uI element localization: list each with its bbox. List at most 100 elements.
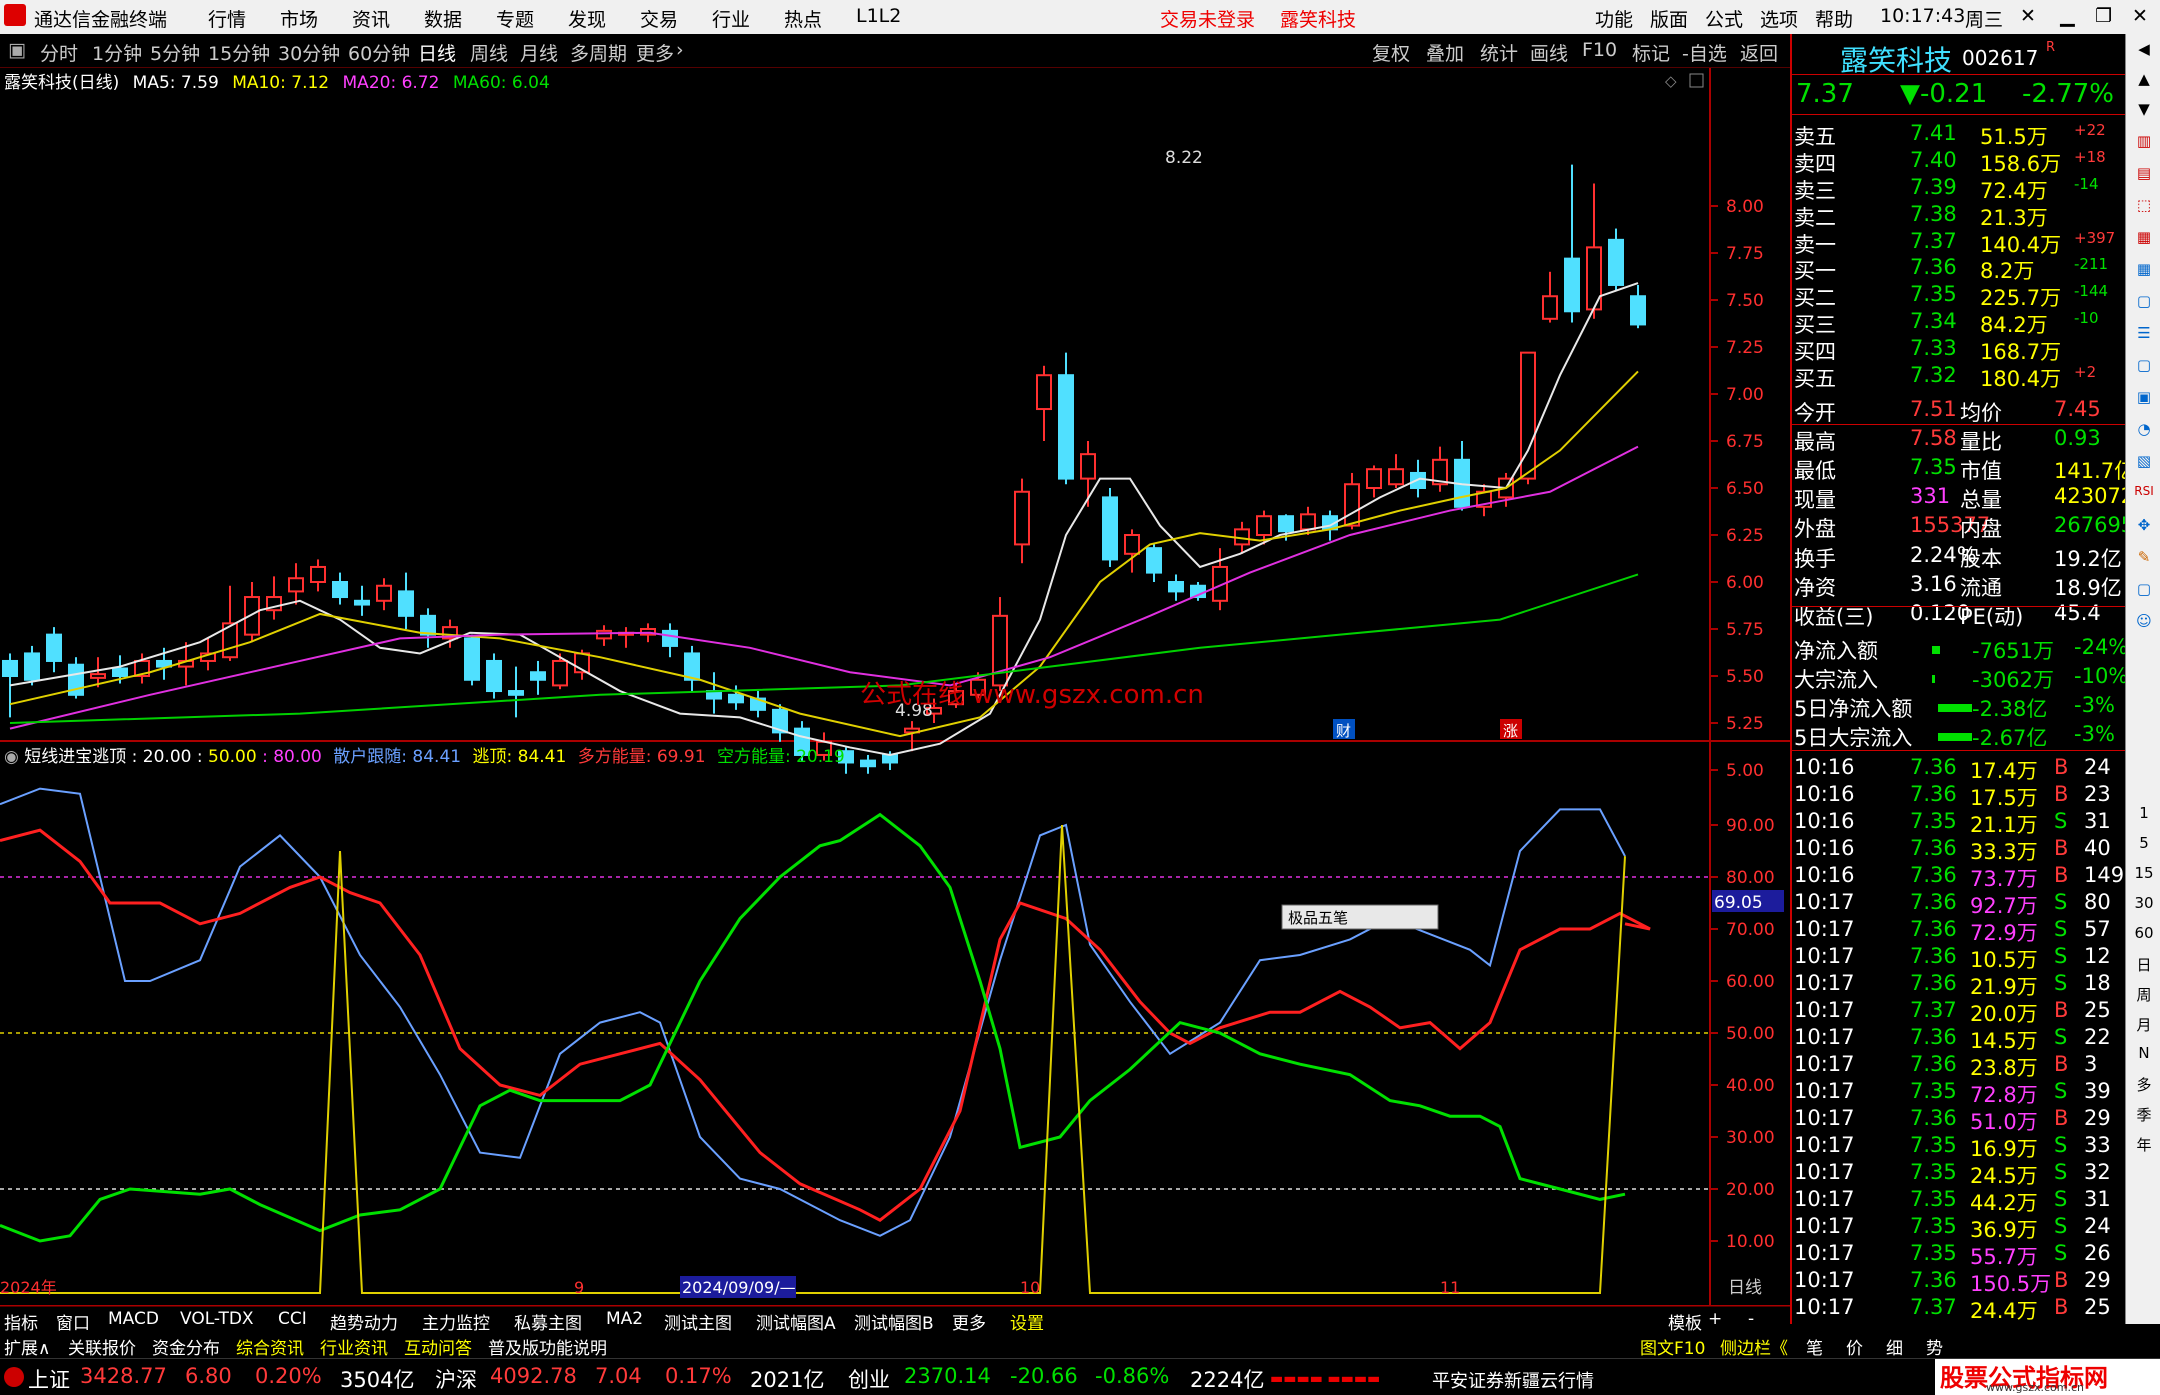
menu-options[interactable]: 选项 (1760, 5, 1798, 32)
menu-item-quotes[interactable]: 行情 (208, 5, 246, 32)
sidebar-period-10[interactable]: 季 (2132, 1104, 2156, 1125)
tab-tool-1[interactable]: + (1708, 1309, 1722, 1329)
sidebar-rsi-icon[interactable]: RSI (2132, 484, 2156, 498)
menu-item-trade[interactable]: 交易 (640, 5, 678, 32)
menu-item-industry[interactable]: 行业 (712, 5, 750, 32)
period-tab-15m[interactable]: 15分钟 (208, 39, 270, 66)
tool-overlay[interactable]: 叠加 (1426, 39, 1464, 66)
sidebar-period-1[interactable]: 5 (2132, 834, 2156, 852)
chevron-right-icon[interactable]: › (676, 39, 684, 61)
sidebar-period-7[interactable]: 月 (2132, 1014, 2156, 1035)
indicator-tab-5[interactable]: 趋势动力 (330, 1309, 398, 1334)
info-tab-right-5[interactable]: 势 (1926, 1334, 1943, 1359)
period-tab-30m[interactable]: 30分钟 (278, 39, 340, 66)
sidebar-f10-icon[interactable]: ▢ (2132, 292, 2156, 310)
sidebar-period-8[interactable]: N (2132, 1044, 2156, 1062)
sidebar-minute-icon[interactable]: ▤ (2132, 164, 2156, 182)
sidebar-f5-icon[interactable]: ▢ (2132, 580, 2156, 598)
period-tab-daily[interactable]: 日线 (418, 39, 456, 66)
indicator-tab-6[interactable]: 主力监控 (422, 1309, 490, 1334)
tool-mark[interactable]: 标记 (1632, 39, 1670, 66)
period-tab-60m[interactable]: 60分钟 (348, 39, 410, 66)
tool-draw[interactable]: 画线 (1530, 39, 1568, 66)
ime-popup[interactable]: 极品五笔 (1281, 904, 1439, 930)
sidebar-trend-icon[interactable]: ⬚ (2132, 196, 2156, 214)
menu-item-news[interactable]: 资讯 (352, 5, 390, 32)
info-tab-right-3[interactable]: 价 (1846, 1334, 1863, 1359)
sidebar-layer-icon[interactable]: ▧ (2132, 452, 2156, 470)
menu-item-l1l2[interactable]: L1L2 (856, 5, 901, 27)
indicator-tab-2[interactable]: MACD (108, 1309, 159, 1329)
sidebar-period-0[interactable]: 1 (2132, 804, 2156, 822)
info-tab-6[interactable]: 普及版功能说明 (488, 1334, 607, 1359)
period-tab-multi[interactable]: 多周期 (570, 39, 627, 66)
sidebar-grid-icon[interactable]: ▦ (2132, 260, 2156, 278)
period-tab-1m[interactable]: 1分钟 (92, 39, 142, 66)
indicator-tab-7[interactable]: 私募主图 (514, 1309, 582, 1334)
sidebar-period-11[interactable]: 年 (2132, 1134, 2156, 1155)
info-tab-0[interactable]: 扩展∧ (4, 1334, 50, 1359)
indicator-tab-12[interactable]: 更多 (952, 1309, 986, 1334)
sidebar-doc-icon[interactable]: ▢ (2132, 356, 2156, 374)
info-tab-5[interactable]: 互动问答 (404, 1334, 472, 1359)
indicator-toggle-icon[interactable]: ◉ (4, 747, 19, 767)
close-icon[interactable]: ✕ (2132, 5, 2148, 27)
close-window-icon[interactable]: ✕ (2020, 5, 2036, 27)
restore-icon[interactable]: ❐ (2095, 5, 2112, 27)
login-status[interactable]: 交易未登录 (1160, 5, 1255, 32)
sidebar-period-2[interactable]: 15 (2132, 864, 2156, 882)
tool-fuquan[interactable]: 复权 (1372, 39, 1410, 66)
indicator-tab-1[interactable]: 窗口 (56, 1309, 90, 1334)
info-tab-right-1[interactable]: 侧边栏《 (1720, 1334, 1788, 1359)
menu-item-hot[interactable]: 热点 (784, 5, 822, 32)
indicator-tab-8[interactable]: MA2 (606, 1309, 643, 1329)
tool-back[interactable]: 返回 (1740, 39, 1778, 66)
sidebar-period-3[interactable]: 30 (2132, 894, 2156, 912)
sidebar-period-6[interactable]: 周 (2132, 984, 2156, 1005)
menu-item-market[interactable]: 市场 (280, 5, 318, 32)
sidebar-chart-icon[interactable]: ▣ (2132, 388, 2156, 406)
indicator-tab-9[interactable]: 测试主图 (664, 1309, 732, 1334)
sidebar-up-icon[interactable]: ▲ (2132, 70, 2156, 88)
minimize-icon[interactable]: ▁ (2060, 5, 2075, 27)
chart-area[interactable]: 8.00 7.75 7.50 7.25 7.00 6.75 6.50 6.25 6.00 5.75… (0, 68, 1790, 1308)
indicator-tab-0[interactable]: 指标 (4, 1309, 38, 1334)
menu-item-data[interactable]: 数据 (424, 5, 462, 32)
sidebar-collapse-icon[interactable]: ◀ (2132, 40, 2156, 58)
tool-f10[interactable]: F10 (1582, 39, 1617, 61)
sidebar-period-5[interactable]: 日 (2132, 954, 2156, 975)
index-sz-name[interactable]: 沪深 (435, 1364, 477, 1394)
indicator-tab-3[interactable]: VOL-TDX (180, 1309, 254, 1329)
indicator-tab-11[interactable]: 测试幅图B (854, 1309, 934, 1334)
sidebar-period-9[interactable]: 多 (2132, 1074, 2156, 1095)
info-tab-right-4[interactable]: 细 (1886, 1334, 1903, 1359)
period-tab-weekly[interactable]: 周线 (470, 39, 508, 66)
index-sh-name[interactable]: 上证 (28, 1364, 70, 1394)
menu-formula[interactable]: 公式 (1705, 5, 1743, 32)
tab-tool-2[interactable]: - (1748, 1309, 1754, 1329)
sidebar-pen-icon[interactable]: ✎ (2132, 548, 2156, 566)
info-tab-3[interactable]: 综合资讯 (236, 1334, 304, 1359)
tool-self-select[interactable]: -自选 (1682, 39, 1727, 66)
sidebar-people-icon[interactable]: ☺ (2132, 612, 2156, 630)
sidebar-pie-icon[interactable]: ◔ (2132, 420, 2156, 438)
sidebar-kline-icon[interactable]: ▥ (2132, 132, 2156, 150)
sidebar-bar-icon[interactable]: ▦ (2132, 228, 2156, 246)
sidebar-down-icon[interactable]: ▼ (2132, 100, 2156, 118)
period-tab-monthly[interactable]: 月线 (520, 39, 558, 66)
info-tab-4[interactable]: 行业资讯 (320, 1334, 388, 1359)
tab-tool-0[interactable]: 模板 (1668, 1309, 1702, 1334)
menu-help[interactable]: 帮助 (1815, 5, 1853, 32)
index-cy-name[interactable]: 创业 (848, 1364, 890, 1394)
menu-function[interactable]: 功能 (1595, 5, 1633, 32)
info-tab-2[interactable]: 资金分布 (152, 1334, 220, 1359)
sidebar-cross-icon[interactable]: ✥ (2132, 516, 2156, 534)
sidebar-period-4[interactable]: 60 (2132, 924, 2156, 942)
panel-toggle-icon[interactable]: ▣ (8, 39, 26, 61)
menu-item-discover[interactable]: 发现 (568, 5, 606, 32)
sidebar-list-icon[interactable]: ☰ (2132, 324, 2156, 342)
period-tab-5m[interactable]: 5分钟 (150, 39, 200, 66)
period-tab-more[interactable]: 更多 (636, 39, 674, 66)
info-tab-1[interactable]: 关联报价 (68, 1334, 136, 1359)
tool-stats[interactable]: 统计 (1480, 39, 1518, 66)
